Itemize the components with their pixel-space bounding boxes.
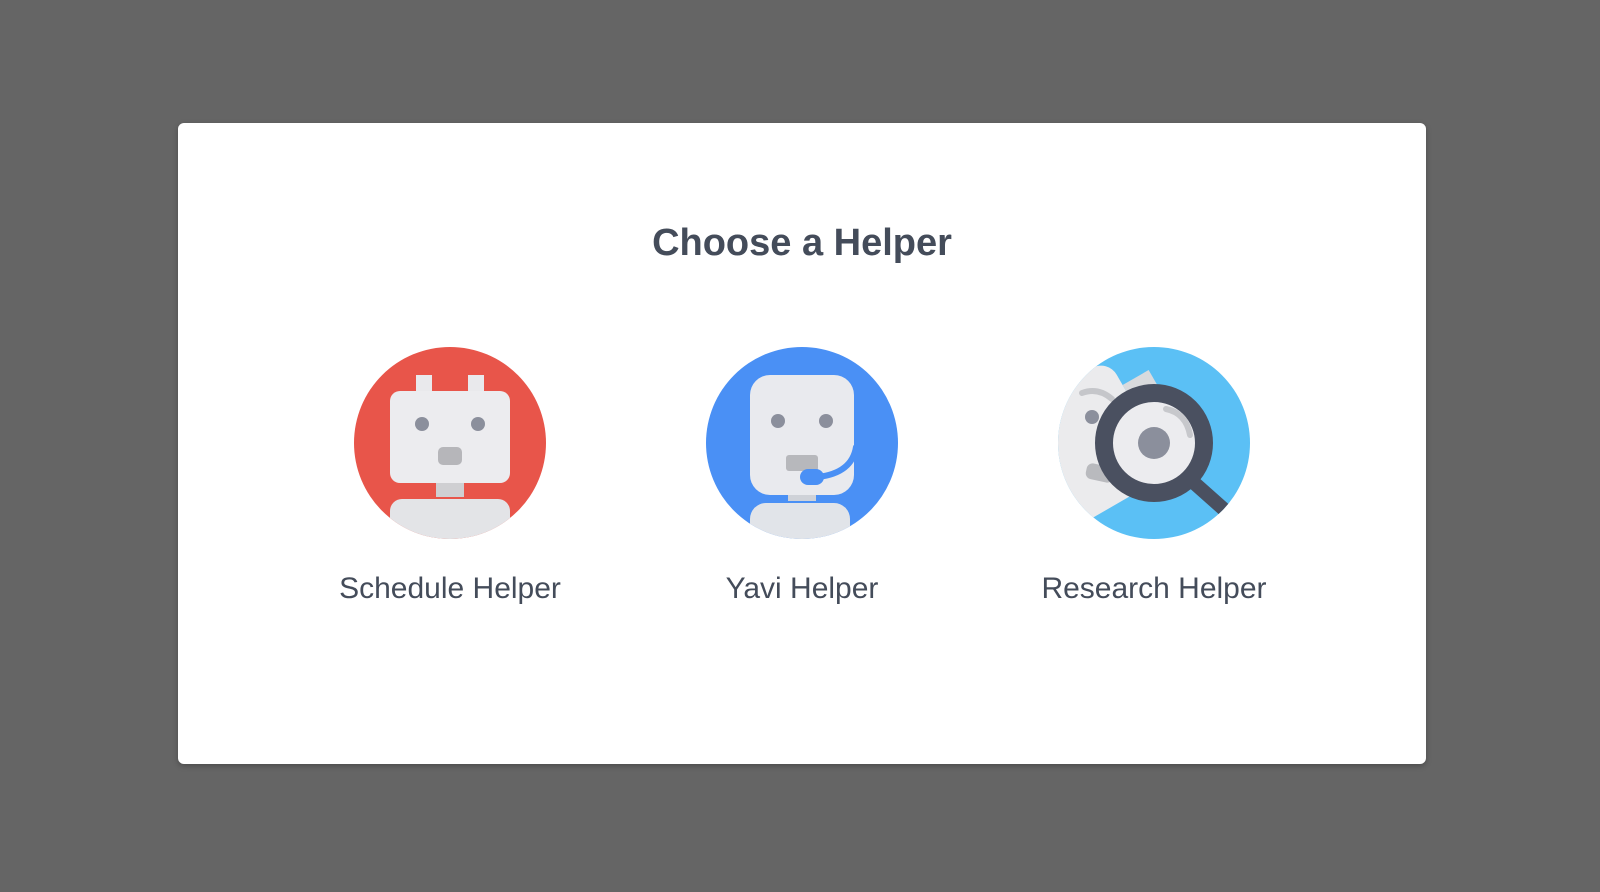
helper-option-yavi[interactable]: Yavi Helper <box>652 347 952 609</box>
helper-label-schedule: Schedule Helper <box>339 572 561 605</box>
dialog-title: Choose a Helper <box>652 222 952 264</box>
helper-label-research: Research Helper <box>1041 572 1267 605</box>
schedule-robot-icon <box>354 347 546 539</box>
magnifier-robot-icon <box>1058 347 1250 539</box>
choose-helper-dialog: Choose a Helper Schedule Helper Yavi Hel… <box>178 123 1426 764</box>
helper-option-schedule[interactable]: Schedule Helper <box>300 347 600 609</box>
helper-label-yavi: Yavi Helper <box>725 572 879 605</box>
helper-option-research[interactable]: Research Helper <box>1004 347 1304 609</box>
headset-robot-icon <box>706 347 898 539</box>
